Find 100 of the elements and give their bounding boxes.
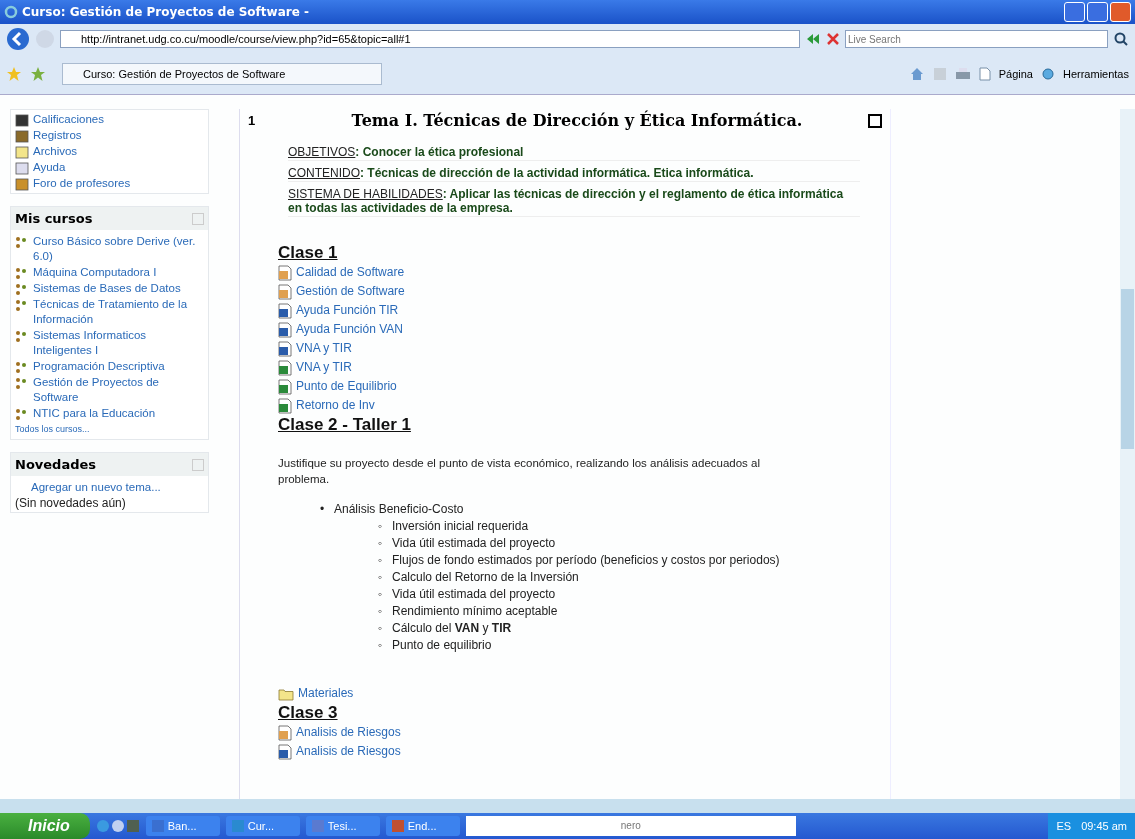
course-link[interactable]: Técnicas de Tratamiento de la Información [33,297,204,327]
course-link[interactable]: Sistemas Informaticos Inteligentes I [33,328,204,358]
word-document-icon [278,321,292,338]
class-heading: Clase 1 [278,243,339,263]
folder-icon [15,144,29,159]
sidebar-link[interactable]: Archivos [33,144,78,159]
resource-link[interactable]: Gestión de Software [296,284,405,299]
course-link[interactable]: Gestión de Proyectos de Software [33,375,204,405]
empty-news-text: (Sin novedades aún) [15,496,127,510]
list-item: Análisis Beneficio-Costo [334,502,464,516]
search-icon[interactable] [1113,31,1129,47]
vertical-scrollbar[interactable] [1120,109,1135,799]
bullet-marker: ◦ [378,553,384,567]
maximize-button[interactable] [1087,2,1108,22]
summary-line: SISTEMA DE HABILIDADES: Aplicar las técnicas de dirección y el reglamento de ética informática en todas las actividades de la empresa. [288,186,860,217]
close-button[interactable] [1110,2,1131,22]
stop-icon[interactable] [826,32,840,46]
list-item: Inversión inicial requerida [392,519,529,533]
course-link[interactable]: Máquina Computadora I [33,265,157,280]
spreadsheet-icon [278,359,292,376]
course-icon [15,377,29,390]
resource-link[interactable]: Ayuda Función VAN [296,322,403,337]
minimize-button[interactable] [1064,2,1085,22]
list-item: Cálculo del VAN y TIR [392,621,512,635]
horizontal-scrollbar[interactable] [0,799,1135,813]
course-icon [15,361,29,374]
help-icon [15,160,29,175]
course-link[interactable]: Curso Básico sobre Derive (ver. 6.0) [33,234,204,264]
all-courses-link[interactable]: Todos los cursos... [15,422,204,437]
resource-link[interactable]: VNA y TIR [296,360,352,375]
bullet-marker: ◦ [378,621,384,635]
resource-link[interactable]: VNA y TIR [296,341,352,356]
resource-link[interactable]: Materiales [298,686,354,701]
resource-link[interactable]: Punto de Equilibrio [296,379,397,394]
topic-title: Tema I. Técnicas de Dirección y Ética Informática. [350,111,804,130]
block-title: Novedades [15,457,97,472]
back-icon[interactable] [6,27,30,51]
summary-line: OBJETIVOS: Conocer la ética profesional [288,144,860,161]
print-icon[interactable] [954,67,971,81]
add-favorite-icon[interactable] [30,66,46,82]
bullet-marker: ◦ [378,587,384,601]
resource-link[interactable]: Ayuda Función TIR [296,303,399,318]
word-document-icon [278,743,292,760]
tools-menu[interactable]: Herramientas [1062,68,1129,80]
course-link[interactable]: NTIC para la Educación [33,406,156,421]
slides-icon [278,264,292,281]
course-link[interactable]: Sistemas de Bases de Datos [33,281,181,296]
collapse-icon[interactable] [192,458,204,471]
course-icon [15,283,29,296]
taskbar-button[interactable]: Ban... [145,816,220,836]
word-document-icon [278,340,292,357]
summary-line: CONTENIDO: Técnicas de dirección de la actividad informática. Etica informática. [288,165,860,182]
bullet-marker: • [320,502,326,516]
sidebar-link[interactable]: Registros [33,128,82,143]
slides-icon [278,283,292,300]
spreadsheet-icon [278,397,292,414]
course-icon [15,408,29,421]
highlight-icon[interactable] [868,113,882,128]
taskbar-button[interactable]: Cur... [225,816,300,836]
resource-link[interactable]: Calidad de Software [296,265,405,280]
section-number: 1 [248,113,257,128]
logs-icon [15,128,29,143]
sidebar-link[interactable]: Foro de profesores [33,176,131,191]
bullet-marker: ◦ [378,638,384,652]
resource-link[interactable]: Retorno de Inv [296,398,375,413]
list-item: Vida útil estimada del proyecto [392,587,556,601]
course-icon [15,236,29,249]
page-menu[interactable]: Página [998,68,1033,80]
browser-logo-icon [4,5,18,19]
block-title: Mis cursos [15,211,93,226]
list-item: Punto de equilibrio [392,638,492,652]
taskbar-button[interactable]: End... [385,816,460,836]
refresh-icon[interactable] [805,31,821,47]
bullet-marker: ◦ [378,604,384,618]
start-button[interactable]: Inicio [0,813,90,839]
list-item: Flujos de fondo estimados por período (beneficios y costos por periodos) [392,553,780,567]
feeds-icon[interactable] [932,67,947,81]
taskbar-button[interactable]: Tesi... [305,816,380,836]
course-icon [15,299,29,312]
grades-icon [15,112,29,127]
folder-icon [278,686,294,701]
window-title: Curso: Gestión de Proyectos de Software - [22,5,310,19]
language-indicator[interactable]: ES [1056,820,1072,832]
task-description: Justifique su proyecto desde el punto de vista económico, realizando los análisis adecuados al problema. [278,456,762,487]
sidebar-link[interactable]: Calificaciones [33,112,104,127]
add-topic-link[interactable]: Agregar un nuevo tema... [15,480,204,495]
favorites-star-icon[interactable] [6,66,22,82]
bullet-marker: ◦ [378,536,384,550]
address-field[interactable]: http://intranet.udg.co.cu/moodle/course/view.php?id=65&topic=all#1 [60,30,800,48]
browser-tab[interactable]: Curso: Gestión de Proyectos de Software [62,63,382,85]
search-field[interactable]: Live Search [845,30,1108,48]
sidebar-link[interactable]: Ayuda [33,160,66,175]
clock: 09:45 am [1081,820,1127,832]
course-link[interactable]: Programación Descriptiva [33,359,165,374]
resource-link[interactable]: Analisis de Riesgos [296,744,401,759]
forum-icon [15,176,29,191]
quick-launch-icon[interactable] [95,818,140,834]
class-heading: Clase 2 - Taller 1 [278,415,412,435]
resource-link[interactable]: Analisis de Riesgos [296,725,401,740]
collapse-icon[interactable] [192,212,204,225]
